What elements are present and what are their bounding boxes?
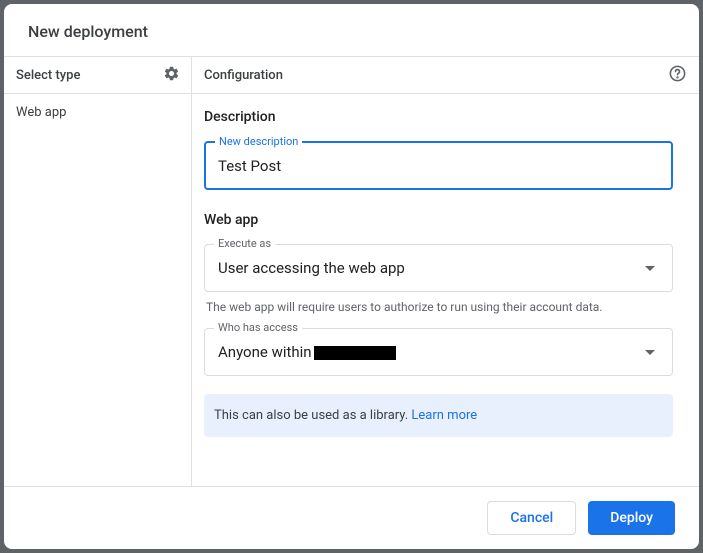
execute-as-select[interactable]: Execute as User accessing the web app — [204, 244, 673, 292]
left-panel: Select type Web app — [4, 57, 192, 486]
select-type-gear-button[interactable] — [161, 65, 181, 85]
library-info-banner: This can also be used as a library. Lear… — [204, 394, 673, 437]
description-legend: New description — [215, 136, 302, 148]
dialog-body: Select type Web app Configuration — [4, 57, 699, 486]
right-panel: Configuration Description New descriptio… — [192, 57, 699, 486]
configuration-label: Configuration — [204, 68, 283, 83]
dialog-footer: Cancel Deploy — [4, 486, 699, 549]
dropdown-arrow-icon — [645, 350, 655, 355]
learn-more-link[interactable]: Learn more — [411, 408, 477, 423]
who-has-access-select[interactable]: Who has access Anyone within — [204, 328, 673, 376]
description-section-label: Description — [204, 109, 673, 125]
gear-icon — [163, 65, 180, 85]
execute-as-helper: The web app will require users to author… — [206, 300, 673, 314]
description-field: New description — [204, 141, 673, 190]
new-deployment-dialog: New deployment Select type Web app Confi… — [4, 4, 699, 549]
who-has-access-legend: Who has access — [214, 322, 302, 334]
who-has-access-value: Anyone within — [218, 343, 396, 361]
dropdown-arrow-icon — [645, 266, 655, 271]
help-button[interactable] — [667, 65, 687, 85]
redacted-org-name — [314, 346, 396, 360]
who-has-access-prefix: Anyone within — [218, 343, 312, 361]
webapp-section-label: Web app — [204, 212, 673, 228]
help-icon — [668, 64, 687, 86]
banner-text: This can also be used as a library. — [214, 408, 411, 423]
deploy-button[interactable]: Deploy — [588, 501, 675, 535]
description-input[interactable] — [218, 157, 659, 175]
execute-as-legend: Execute as — [214, 238, 275, 250]
select-type-label: Select type — [16, 68, 80, 83]
cancel-button[interactable]: Cancel — [487, 501, 576, 535]
configuration-header: Configuration — [192, 57, 699, 94]
select-type-header: Select type — [4, 57, 191, 94]
description-field-border: New description — [204, 141, 673, 190]
dialog-header: New deployment — [4, 4, 699, 57]
configuration-content: Description New description Web app Exec… — [192, 94, 699, 486]
type-item-web-app[interactable]: Web app — [4, 94, 191, 131]
dialog-title: New deployment — [28, 22, 675, 41]
execute-as-value: User accessing the web app — [218, 259, 405, 277]
